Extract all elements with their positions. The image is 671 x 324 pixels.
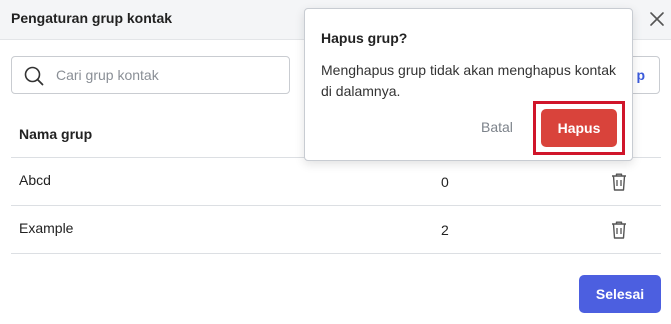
group-name: Example (19, 220, 74, 236)
dialog-title: Pengaturan grup kontak (11, 10, 173, 26)
group-count: 2 (441, 222, 449, 238)
close-icon (650, 12, 664, 26)
delete-confirm-popover: Hapus grup? Menghapus grup tidak akan me… (304, 8, 633, 161)
search-box[interactable] (11, 56, 290, 94)
search-icon (24, 66, 44, 86)
done-button[interactable]: Selesai (579, 275, 661, 313)
close-button[interactable] (646, 8, 668, 30)
cancel-button[interactable]: Batal (481, 119, 513, 135)
table-row: Abcd 0 (11, 158, 661, 206)
table-row: Example 2 (11, 206, 661, 254)
popover-title: Hapus grup? (321, 30, 408, 46)
highlight-frame: Hapus (533, 101, 625, 155)
column-header-name: Nama grup (19, 126, 93, 142)
search-input[interactable] (56, 58, 281, 92)
trash-icon[interactable] (610, 220, 628, 240)
popover-message: Menghapus grup tidak akan menghapus kont… (321, 62, 616, 99)
trash-icon[interactable] (610, 172, 628, 192)
confirm-delete-button[interactable]: Hapus (541, 109, 617, 147)
group-name: Abcd (19, 172, 51, 188)
group-count: 0 (441, 174, 449, 190)
